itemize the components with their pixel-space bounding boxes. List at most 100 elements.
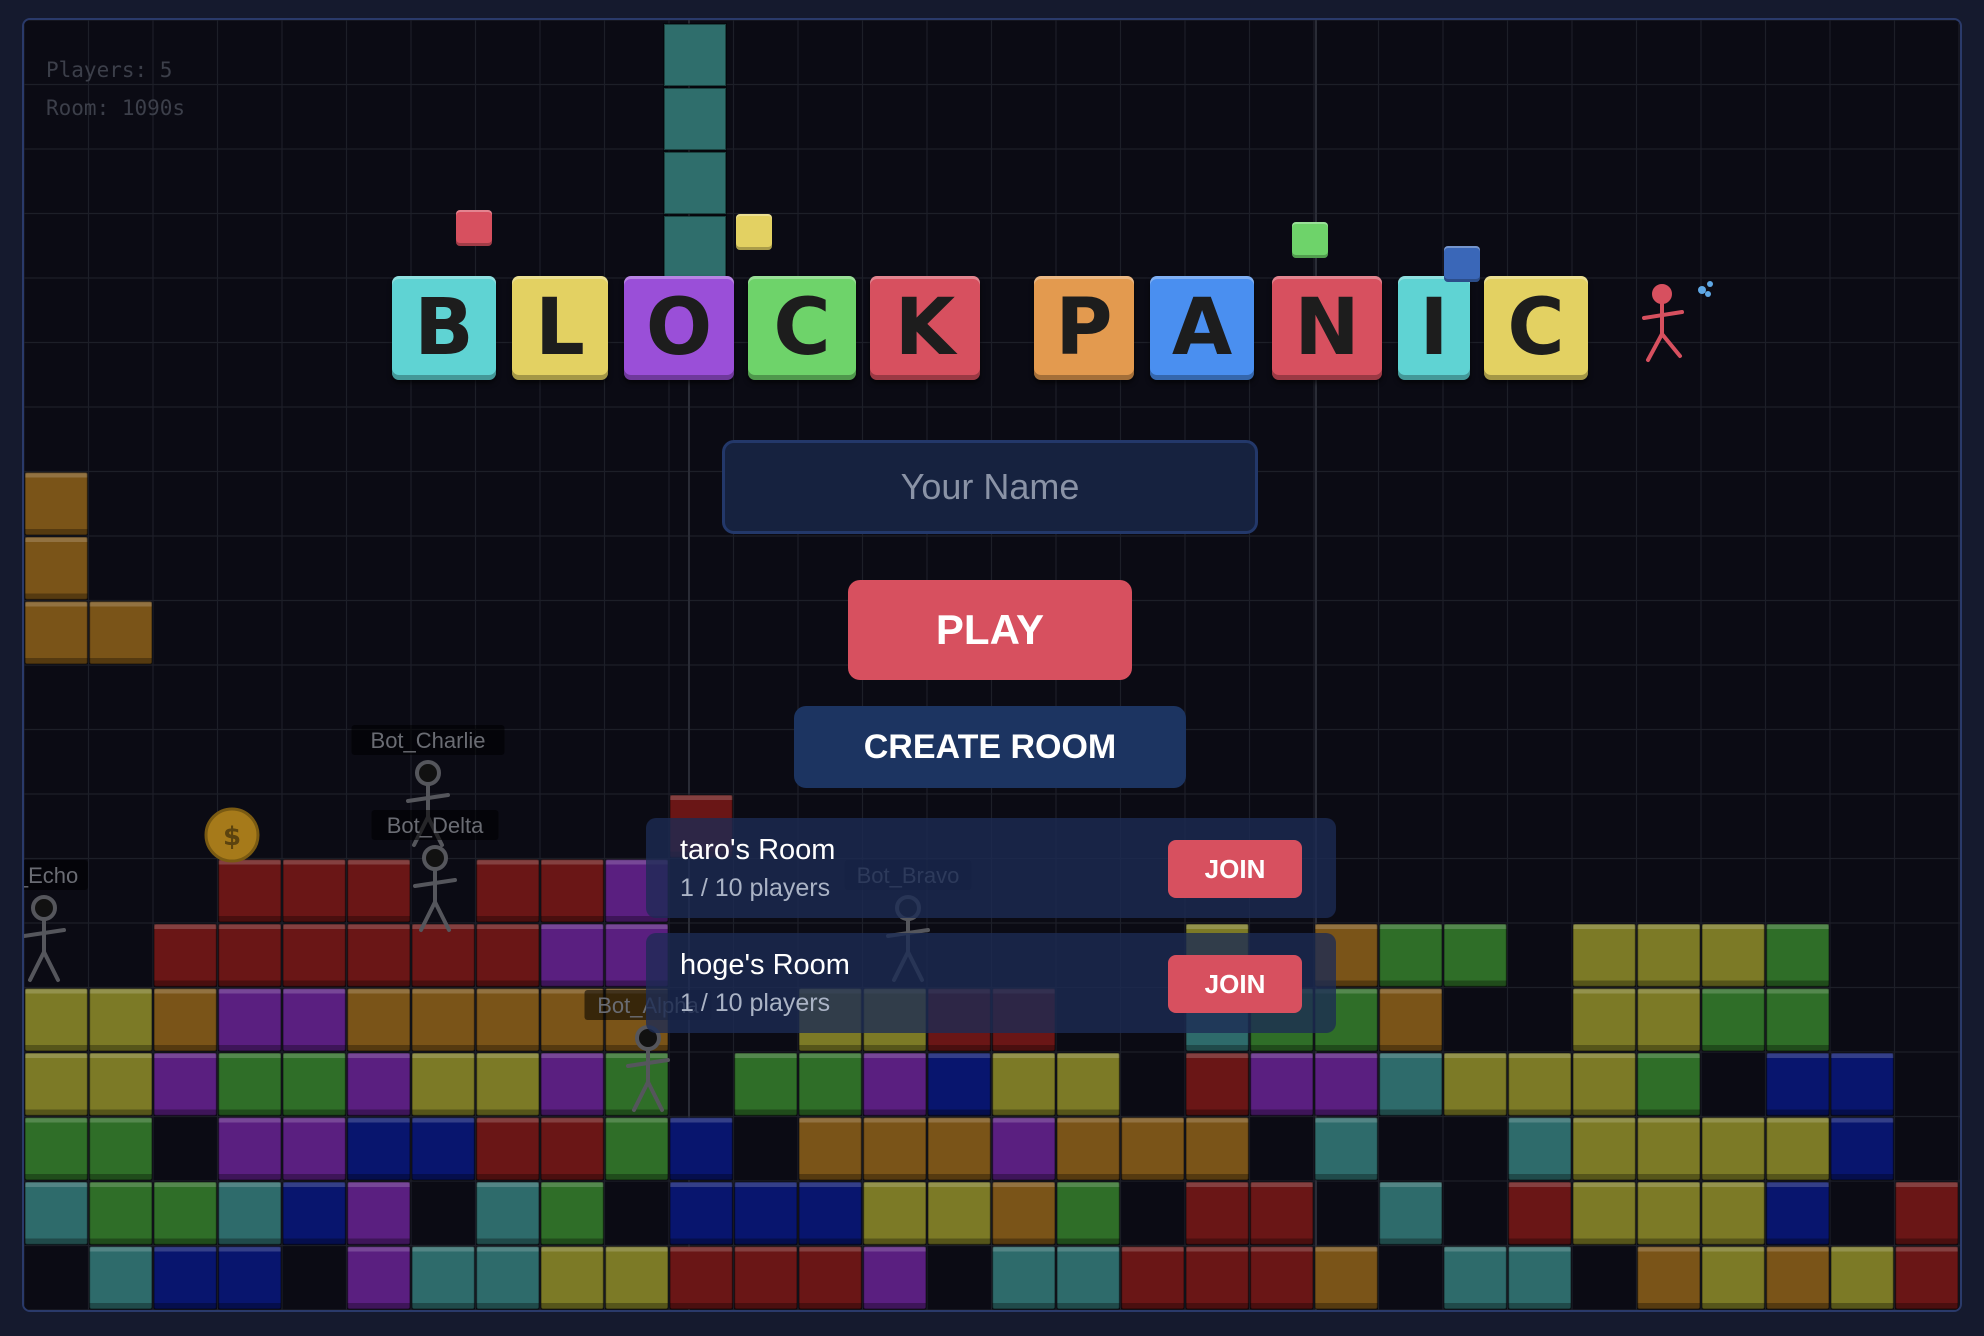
board-block (88, 1181, 153, 1246)
board-block (411, 1116, 476, 1181)
board-block (346, 923, 411, 988)
board-block (1378, 987, 1443, 1052)
board-block (153, 1181, 218, 1246)
room-player-count: 1 / 10 players (680, 874, 831, 902)
board-block (1056, 1245, 1121, 1310)
board-block (1636, 1116, 1701, 1181)
board-block (540, 1116, 605, 1181)
board-block (24, 987, 89, 1052)
board-block (604, 1116, 669, 1181)
board-block (475, 858, 540, 923)
board-block (540, 1052, 605, 1117)
board-block (1507, 1245, 1572, 1310)
board-block (282, 1052, 347, 1117)
board-block (1765, 1116, 1830, 1181)
board-block (927, 1116, 992, 1181)
board-block (1701, 1116, 1766, 1181)
room-card: hoge's Room 1 / 10 players JOIN (646, 933, 1336, 1033)
board-block (346, 1181, 411, 1246)
board-block (1185, 1181, 1250, 1246)
board-block (1765, 1245, 1830, 1310)
board-block (1378, 1052, 1443, 1117)
logo-letter-tile: I (1398, 276, 1470, 380)
board-block (1765, 1181, 1830, 1246)
board-block (1314, 1116, 1379, 1181)
create-room-button[interactable]: CREATE ROOM (794, 706, 1186, 788)
falling-mini-block (736, 214, 772, 250)
name-input[interactable] (722, 440, 1258, 534)
board-block (24, 600, 89, 665)
board-block (991, 1052, 1056, 1117)
board-block (475, 987, 540, 1052)
board-block (346, 1245, 411, 1310)
join-room-button[interactable]: JOIN (1168, 955, 1302, 1013)
board-block (1378, 1181, 1443, 1246)
board-block (153, 1052, 218, 1117)
board-block (1894, 1245, 1959, 1310)
board-block (282, 987, 347, 1052)
board-block (1636, 1181, 1701, 1246)
board-block (1572, 987, 1637, 1052)
board-block (1636, 987, 1701, 1052)
board-block (217, 987, 282, 1052)
board-block (24, 1052, 89, 1117)
board-block (24, 1181, 89, 1246)
board-block (1056, 1052, 1121, 1117)
board-block (346, 1116, 411, 1181)
board-block (88, 600, 153, 665)
board-block (540, 1245, 605, 1310)
board-block (346, 1052, 411, 1117)
board-block (88, 1052, 153, 1117)
board-block (1765, 987, 1830, 1052)
board-block (24, 536, 89, 601)
board-block (1185, 1052, 1250, 1117)
board-block (475, 1116, 540, 1181)
coin-icon: $ (204, 807, 260, 863)
board-block (1185, 1116, 1250, 1181)
board-block (927, 1181, 992, 1246)
board-block (540, 1181, 605, 1246)
board-block (217, 1052, 282, 1117)
board-block (88, 987, 153, 1052)
board-block (411, 1245, 476, 1310)
bot-name: Bot_Delta (387, 813, 484, 838)
play-button[interactable]: PLAY (848, 580, 1132, 680)
stick-figure-icon (24, 895, 66, 982)
board-block (1378, 923, 1443, 988)
board-block (1572, 923, 1637, 988)
board-block (1120, 1245, 1185, 1310)
board-block (991, 1181, 1056, 1246)
board-block (1443, 1052, 1508, 1117)
board-block (282, 1116, 347, 1181)
board-block (1765, 923, 1830, 988)
board-block (153, 987, 218, 1052)
svg-text:$: $ (223, 822, 241, 852)
join-room-button[interactable]: JOIN (1168, 840, 1302, 898)
game-logo: BLOCKPANIC (24, 20, 1960, 420)
stick-figure-icon (413, 845, 457, 932)
board-block (88, 1245, 153, 1310)
board-block (282, 1181, 347, 1246)
board-block (1507, 1052, 1572, 1117)
board-block (669, 1116, 734, 1181)
board-block (411, 1052, 476, 1117)
board-block (282, 923, 347, 988)
board-block (411, 987, 476, 1052)
board-block (282, 858, 347, 923)
board-block (733, 1052, 798, 1117)
board-block (1636, 1245, 1701, 1310)
board-block (1443, 1245, 1508, 1310)
falling-mini-block (1292, 222, 1328, 258)
board-block (1185, 1245, 1250, 1310)
logo-letter-tile: O (624, 276, 734, 380)
board-block (540, 858, 605, 923)
falling-mini-block (456, 210, 492, 246)
board-block (153, 923, 218, 988)
logo-letter-tile: P (1034, 276, 1134, 380)
board-block (798, 1116, 863, 1181)
room-player-count: 1 / 10 players (680, 989, 831, 1017)
board-block (1636, 923, 1701, 988)
logo-letter-tile: B (392, 276, 496, 380)
board-block (24, 471, 89, 536)
board-block (1507, 1181, 1572, 1246)
